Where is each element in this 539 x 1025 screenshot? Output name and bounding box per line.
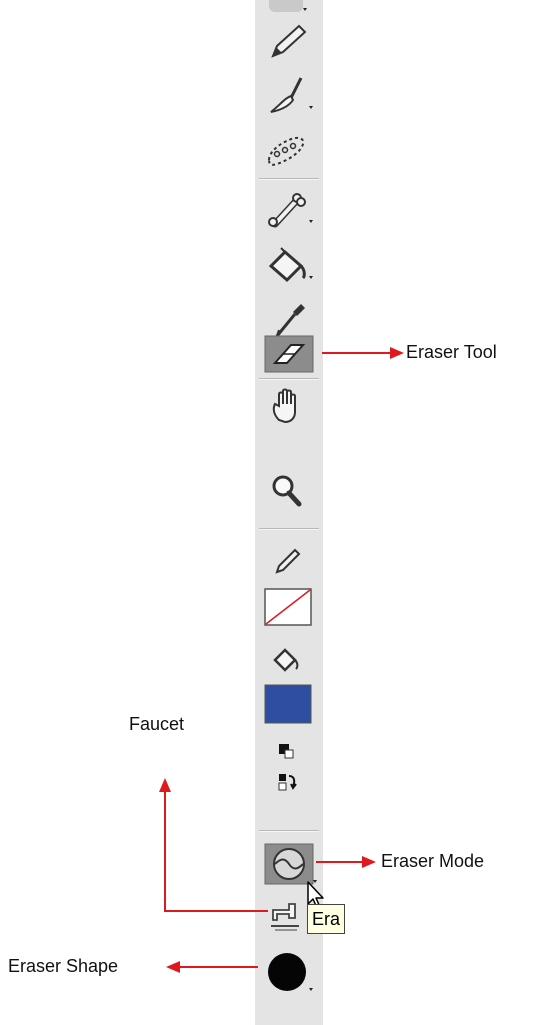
- tooltip: Era: [307, 904, 345, 934]
- fill-swatch[interactable]: [255, 682, 323, 726]
- stroke-color-icon: [275, 548, 301, 574]
- separator: [259, 830, 319, 832]
- eraser-shape-icon: [268, 953, 313, 991]
- pencil-icon: [271, 24, 307, 58]
- swap-colors-icon: [278, 774, 297, 791]
- brush-tool-button[interactable]: [255, 76, 323, 116]
- stroke-swatch[interactable]: [255, 586, 323, 630]
- partial-tool-button[interactable]: [255, 0, 323, 18]
- zoom-icon: [272, 475, 302, 507]
- black-white-icon: [279, 744, 294, 759]
- bone-tool-icon: [268, 193, 313, 228]
- bone-tool-button[interactable]: [255, 190, 323, 230]
- separator: [259, 378, 319, 380]
- stroke-color-button[interactable]: [255, 540, 323, 580]
- hand-icon: [272, 388, 296, 424]
- paint-bucket-tool-button[interactable]: [255, 244, 323, 284]
- fill-color-icon: [273, 648, 299, 672]
- no-color-swatch: [264, 588, 312, 626]
- fill-swatch-icon: [264, 684, 312, 724]
- separator: [259, 528, 319, 530]
- eraser-mode-label: Eraser Mode: [381, 851, 485, 871]
- fill-color-button[interactable]: [255, 640, 323, 680]
- paint-bucket-icon: [268, 247, 313, 283]
- brush-icon: [270, 77, 313, 113]
- eraser-shape-button[interactable]: [255, 950, 323, 998]
- deco-tool-button[interactable]: [255, 130, 323, 170]
- swap-colors-button[interactable]: [255, 768, 323, 798]
- eraser-tool-button[interactable]: [255, 333, 323, 375]
- eraser-shape-label: Eraser Shape: [8, 956, 119, 976]
- eraser-tool-label: Eraser Tool: [406, 342, 497, 362]
- deco-spray-icon: [267, 136, 305, 166]
- zoom-tool-button[interactable]: [255, 470, 323, 510]
- tools-panel: [255, 0, 323, 1025]
- eraser-icon: [264, 335, 314, 373]
- hand-tool-button[interactable]: [255, 386, 323, 426]
- pencil-tool-button[interactable]: [255, 22, 323, 62]
- faucet-label: Faucet: [129, 714, 185, 734]
- separator: [259, 178, 319, 180]
- black-white-button[interactable]: [255, 736, 323, 766]
